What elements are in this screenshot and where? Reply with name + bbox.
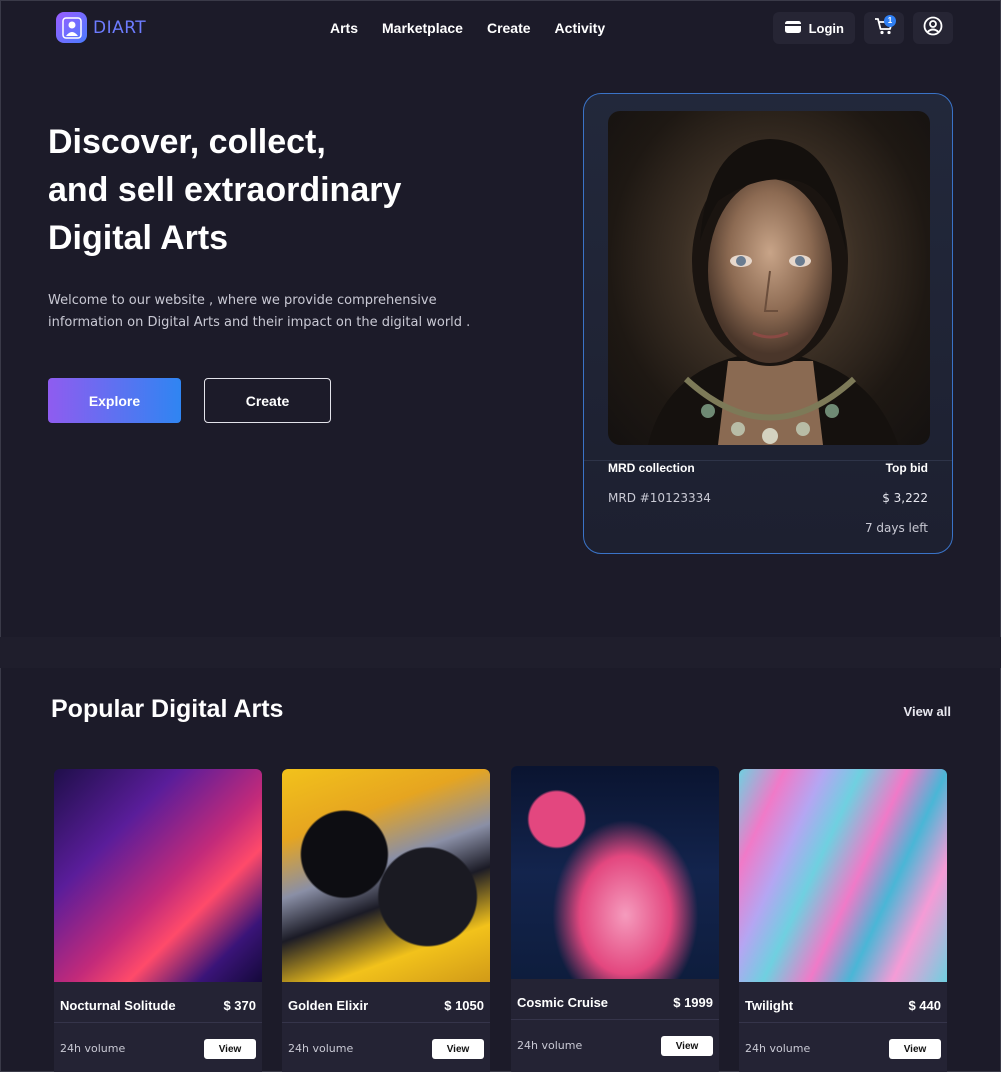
art-card-view-button[interactable]: View [889, 1039, 941, 1059]
art-card-image [511, 766, 719, 979]
featured-top-bid-label: Top bid [885, 461, 928, 475]
art-card-image [739, 769, 947, 982]
login-label: Login [808, 20, 844, 36]
top-navbar: DIART Arts Marketplace Create Activity L… [0, 0, 1001, 58]
art-card-price: $ 370 [223, 998, 256, 1013]
art-card-divider [54, 1022, 262, 1023]
art-card-volume-label: 24h volume [288, 1042, 354, 1055]
account-button[interactable] [913, 12, 953, 44]
cart-count-badge: 1 [884, 15, 896, 27]
view-all-link[interactable]: View all [904, 704, 951, 719]
art-card-title: Twilight [745, 998, 794, 1013]
art-card-price: $ 1050 [444, 998, 484, 1013]
explore-button[interactable]: Explore [48, 378, 181, 423]
art-card-title: Nocturnal Solitude [60, 998, 176, 1013]
art-card-image [282, 769, 490, 982]
featured-price: $ 3,222 [882, 491, 928, 505]
hero-title-line-2: and sell extraordinary [48, 171, 402, 209]
cart-button[interactable]: 1 [864, 12, 904, 44]
art-card-price: $ 1999 [673, 995, 713, 1010]
art-card-view-button[interactable]: View [432, 1039, 484, 1059]
art-card-title: Golden Elixir [288, 998, 369, 1013]
art-card-volume-label: 24h volume [517, 1039, 583, 1052]
hero-description: Welcome to our website , where we provid… [48, 293, 471, 330]
login-button[interactable]: Login [772, 12, 855, 44]
art-card-view-button[interactable]: View [661, 1036, 713, 1056]
art-card-title: Cosmic Cruise [517, 995, 609, 1010]
brand[interactable]: DIART [56, 12, 146, 43]
hero-title: Discover, collect, and sell extraordinar… [48, 118, 468, 262]
brand-name: DIART [93, 17, 147, 38]
art-card-divider [739, 1022, 947, 1023]
art-card-divider [511, 1019, 719, 1020]
art-card[interactable]: Twilight $ 440 24h volume View [739, 769, 947, 1072]
create-button[interactable]: Create [204, 378, 331, 423]
art-card-view-button[interactable]: View [204, 1039, 256, 1059]
art-card-volume-label: 24h volume [60, 1042, 126, 1055]
art-card-volume-label: 24h volume [745, 1042, 811, 1055]
hero-title-line-3: Digital Arts [48, 219, 229, 257]
featured-time-left: 7 days left [864, 521, 928, 535]
art-card[interactable]: Cosmic Cruise $ 1999 24h volume View [511, 766, 719, 1072]
art-card-price: $ 440 [908, 998, 941, 1013]
featured-art-image [608, 111, 930, 445]
user-circle-icon [923, 16, 943, 40]
logo-icon [56, 12, 87, 43]
nav-link-create[interactable]: Create [487, 20, 531, 36]
popular-section-title: Popular Digital Arts [51, 695, 284, 723]
nav-link-activity[interactable]: Activity [555, 20, 606, 36]
art-card-divider [282, 1022, 490, 1023]
nav-actions: Login 1 [772, 12, 953, 44]
art-card[interactable]: Nocturnal Solitude $ 370 24h volume View [54, 769, 262, 1072]
nav-links: Arts Marketplace Create Activity [330, 20, 605, 36]
art-card[interactable]: Golden Elixir $ 1050 24h volume View [282, 769, 490, 1072]
featured-collection-name: MRD collection [608, 461, 695, 475]
nav-link-marketplace[interactable]: Marketplace [382, 20, 463, 36]
art-card-image [54, 769, 262, 982]
hero-title-line-1: Discover, collect, [48, 123, 326, 161]
nav-link-arts[interactable]: Arts [330, 20, 358, 36]
featured-art-card[interactable]: MRD collection Top bid MRD #10123334 $ 3… [583, 93, 953, 554]
section-separator [0, 637, 1001, 668]
wallet-icon [784, 20, 802, 37]
featured-item-id: MRD #10123334 [608, 491, 711, 505]
